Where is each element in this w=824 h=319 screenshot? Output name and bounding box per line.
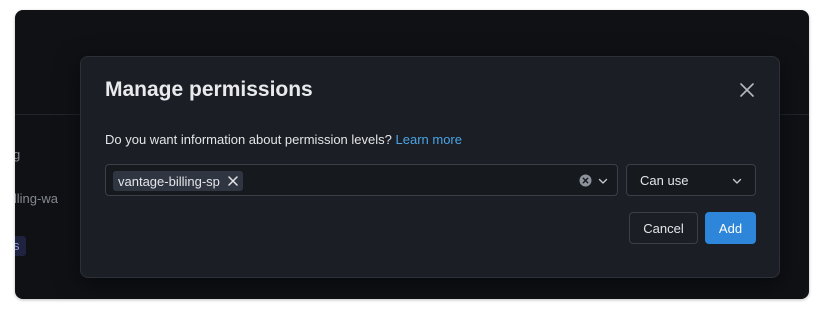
- info-text: Do you want information about permission…: [105, 132, 392, 147]
- manage-permissions-dialog: Manage permissions Do you want informati…: [80, 56, 780, 278]
- permission-level-select[interactable]: Can use: [626, 164, 756, 196]
- selected-principal-label: vantage-billing-sp: [118, 173, 220, 189]
- permission-level-value: Can use: [640, 173, 689, 188]
- close-dialog-button[interactable]: [736, 79, 758, 101]
- add-button[interactable]: Add: [705, 212, 756, 244]
- principal-select[interactable]: vantage-billing-sp: [105, 164, 618, 196]
- app-window: g illing-wa s Manage permissions Do you …: [15, 10, 809, 299]
- learn-more-link[interactable]: Learn more: [396, 132, 462, 147]
- clear-selection-icon[interactable]: [579, 174, 592, 187]
- selected-principal-tag: vantage-billing-sp: [113, 171, 243, 191]
- cancel-button[interactable]: Cancel: [629, 212, 698, 244]
- chevron-down-icon: [732, 178, 742, 184]
- chevron-down-icon[interactable]: [597, 175, 609, 187]
- close-icon: [740, 83, 754, 97]
- dialog-title: Manage permissions: [105, 78, 313, 101]
- permission-info: Do you want information about permission…: [105, 132, 462, 147]
- close-icon: [228, 176, 238, 186]
- remove-principal-button[interactable]: [227, 175, 239, 187]
